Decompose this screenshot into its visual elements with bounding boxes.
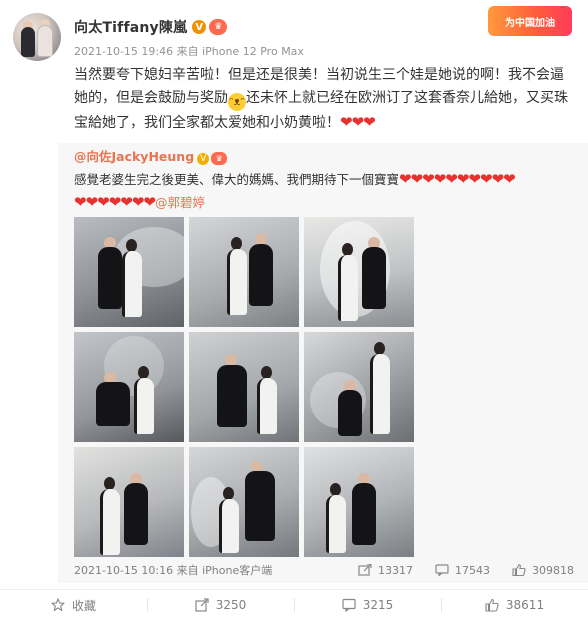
author-name[interactable]: 向太Tiffany陳嵐 (74, 17, 187, 37)
laughing-emoji-icon: ᵔᴥᵔ (228, 93, 246, 111)
avatar[interactable] (13, 13, 61, 61)
repost-comment-count: 17543 (455, 563, 490, 577)
action-bar: 收藏 3250 3215 38611 (0, 589, 588, 620)
like-button[interactable]: 38611 (441, 590, 588, 620)
photo-thumbnail[interactable] (189, 217, 299, 327)
post-source: 来自 iPhone 12 Pro Max (176, 45, 304, 58)
share-icon (195, 598, 209, 612)
photo-thumbnail[interactable] (304, 332, 414, 442)
repost-block[interactable]: @向佐JackyHeung V ♛ 感覺老婆生完之後更美、偉大的媽媽、我們期待下一個… (58, 143, 588, 583)
repost-stats: 13317 17543 309818 (358, 564, 574, 577)
verified-badge-icon: V (192, 20, 207, 34)
comment-button[interactable]: 3215 (294, 590, 441, 620)
weibo-post-card: 向太Tiffany陳嵐 V ♛ 2021-10-15 19:46 来自 iPho… (0, 0, 588, 620)
event-badge[interactable]: 为中国加油 (488, 6, 572, 36)
post-text: 当然要夸下媳妇辛苦啦！但是还是很美！当初说生三个娃是她说的啊！我不会逼她的，但是… (74, 67, 568, 131)
repost-like-stat[interactable]: 309818 (512, 564, 574, 577)
repost-timestamp[interactable]: 2021-10-15 10:16 (74, 564, 173, 577)
post-timestamp[interactable]: 2021-10-15 19:46 (74, 45, 173, 58)
comment-icon (342, 598, 356, 612)
repost-share-stat[interactable]: 13317 (358, 564, 413, 577)
repost-like-count: 309818 (532, 563, 574, 577)
member-crown-icon[interactable]: ♛ (211, 152, 228, 165)
heart-emoji-icon: ❤❤❤❤❤❤❤❤❤❤ (399, 170, 516, 188)
verified-badge-icon: V (197, 153, 210, 165)
heart-emoji-icon: ❤❤❤❤❤❤❤ (74, 193, 156, 211)
mention-link[interactable]: @郭碧婷 (155, 195, 205, 210)
photo-thumbnail[interactable] (74, 447, 184, 557)
repost-count: 3250 (215, 598, 247, 612)
repost-author[interactable]: @向佐JackyHeung (74, 149, 194, 164)
photo-thumbnail[interactable] (304, 217, 414, 327)
favorite-label: 收藏 (71, 598, 96, 613)
comment-count: 3215 (362, 598, 394, 612)
repost-button[interactable]: 3250 (147, 590, 294, 620)
repost-source: 来自 iPhone客户端 (176, 564, 273, 577)
like-count: 38611 (505, 598, 545, 612)
favorite-button[interactable]: 收藏 (0, 590, 147, 620)
heart-emoji-icon: ❤❤❤ (340, 113, 376, 131)
repost-comment-stat[interactable]: 17543 (435, 564, 490, 577)
repost-text: @向佐JackyHeung V ♛ 感覺老婆生完之後更美、偉大的媽媽、我們期待下一個… (74, 149, 516, 211)
photo-thumbnail[interactable] (189, 447, 299, 557)
author-row: 向太Tiffany陳嵐 V ♛ (74, 17, 228, 37)
photo-thumbnail[interactable] (189, 332, 299, 442)
photo-thumbnail[interactable] (74, 217, 184, 327)
photo-grid (74, 217, 414, 557)
thumbs-up-icon (485, 598, 499, 612)
thumbs-up-icon (512, 564, 526, 576)
star-icon (51, 598, 65, 612)
post-meta: 2021-10-15 19:46 来自 iPhone 12 Pro Max (74, 43, 304, 59)
photo-thumbnail[interactable] (304, 447, 414, 557)
photo-thumbnail[interactable] (74, 332, 184, 442)
share-icon (358, 564, 372, 576)
member-crown-icon[interactable]: ♛ (209, 19, 228, 35)
repost-footer: 2021-10-15 10:16 来自 iPhone客户端 13317 1754… (74, 562, 574, 578)
repost-share-count: 13317 (378, 563, 413, 577)
comment-icon (435, 564, 449, 576)
